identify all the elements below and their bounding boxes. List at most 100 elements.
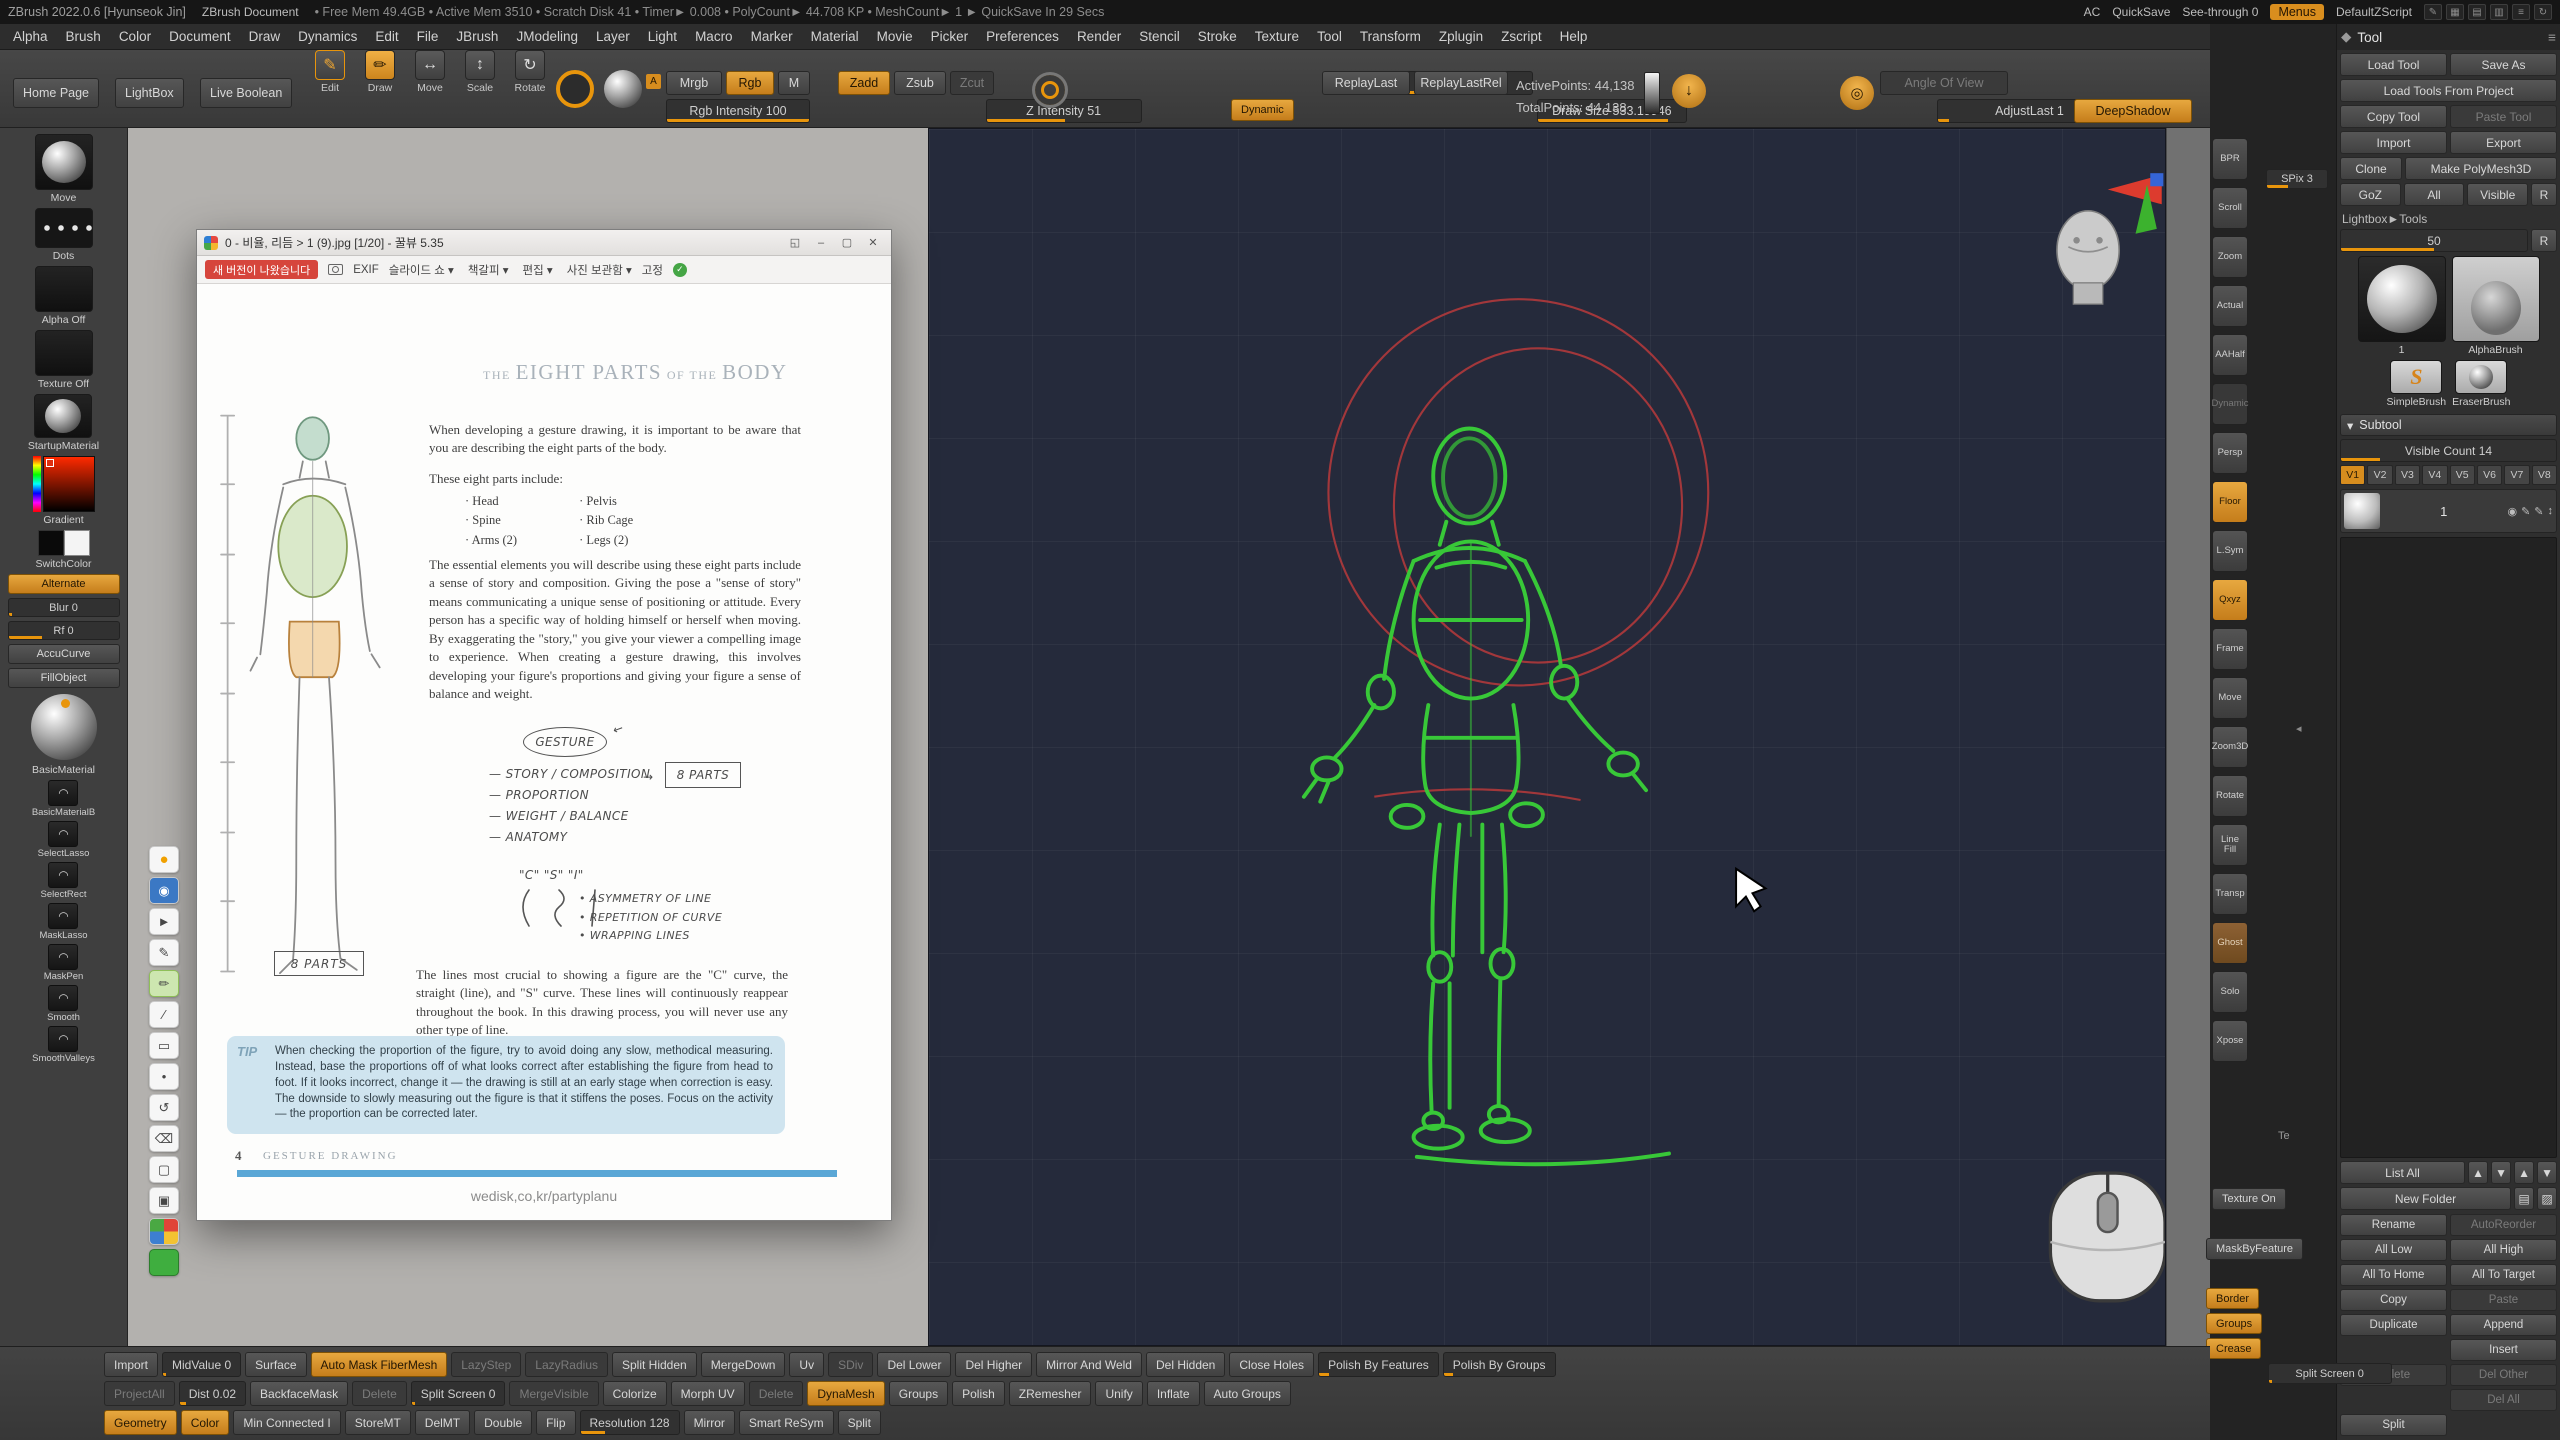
make-polymesh3d-button[interactable]: Make PolyMesh3D xyxy=(2405,157,2557,180)
live-boolean-button[interactable]: Live Boolean xyxy=(200,78,292,108)
angle-of-view-button[interactable]: Angle Of View xyxy=(1880,71,2008,95)
bottom-shelf-button[interactable]: Dist 0.02 xyxy=(179,1381,246,1406)
menu-item[interactable]: Material xyxy=(802,29,868,44)
viewer-menu-item[interactable]: 책갈피 ▾ xyxy=(468,262,509,278)
palette-icon[interactable] xyxy=(149,1218,179,1245)
right-shelf-button[interactable]: Actual xyxy=(2212,285,2248,327)
reorder-icon[interactable]: ↕ xyxy=(2548,505,2554,518)
right-shelf-button[interactable]: Scroll xyxy=(2212,187,2248,229)
menu-item[interactable]: Help xyxy=(1551,29,1597,44)
subtool-list-item[interactable]: 1 ◉✎✎↕ xyxy=(2340,489,2557,533)
bottom-shelf-button[interactable]: LazyRadius xyxy=(525,1352,608,1377)
spix-slider[interactable]: SPix 3 xyxy=(2266,169,2328,189)
bottom-shelf-button[interactable]: LazyStep xyxy=(451,1352,521,1377)
menu-item[interactable]: File xyxy=(408,29,448,44)
right-shelf-button[interactable]: BPR xyxy=(2212,138,2248,180)
import-button[interactable]: Import xyxy=(2340,131,2447,154)
dynamic-draw-size-toggle[interactable]: Dynamic xyxy=(1231,99,1294,121)
clone-button[interactable]: Clone xyxy=(2340,157,2402,180)
alternate-button[interactable]: Alternate xyxy=(8,574,120,594)
bottom-shelf-button[interactable]: Auto Mask FiberMesh xyxy=(311,1352,448,1377)
goz-button[interactable]: GoZ xyxy=(2340,183,2401,206)
current-alpha[interactable]: Alpha Off xyxy=(35,266,93,326)
smooth-brush[interactable]: ◠ Smooth xyxy=(47,985,80,1023)
subtool-action-button[interactable]: Split xyxy=(2340,1414,2447,1436)
bottom-shelf-button[interactable]: DynaMesh xyxy=(807,1381,884,1406)
alpha-brush-thumbnail[interactable]: AlphaBrush xyxy=(2452,256,2540,356)
see-through-slider[interactable]: See-through 0 xyxy=(2182,5,2258,19)
list-all-button[interactable]: List All xyxy=(2340,1161,2465,1184)
goz-visible-button[interactable]: Visible xyxy=(2467,183,2528,206)
select-rect-brush[interactable]: ◠ SelectRect xyxy=(41,862,87,900)
document-scroll-strip[interactable] xyxy=(2166,128,2210,1346)
bottom-shelf-button[interactable]: Smart ReSym xyxy=(739,1410,834,1435)
default-zscript-button[interactable]: DefaultZScript xyxy=(2336,5,2412,19)
new-folder-button[interactable]: New Folder xyxy=(2340,1187,2511,1210)
zbrush-canvas[interactable] xyxy=(928,128,2166,1346)
fillobject-button[interactable]: FillObject xyxy=(8,668,120,688)
menu-item[interactable]: Zplugin xyxy=(1430,29,1492,44)
menu-item[interactable]: Stroke xyxy=(1189,29,1246,44)
subtool-tab[interactable]: V4 xyxy=(2422,465,2447,485)
switch-color[interactable]: SwitchColor xyxy=(35,530,91,570)
menu-item[interactable]: Movie xyxy=(868,29,922,44)
right-shelf-button[interactable]: Rotate xyxy=(2212,775,2248,817)
current-tool-thumbnail[interactable]: 1 xyxy=(2358,256,2446,356)
texture-on-button[interactable]: Texture On xyxy=(2212,1188,2286,1210)
bottom-shelf-button[interactable]: Geometry xyxy=(104,1410,177,1435)
viewer-menu-item[interactable]: 사진 보관함 ▾ xyxy=(567,262,632,278)
subtool-action-button[interactable]: Insert xyxy=(2450,1339,2557,1361)
minimize-icon[interactable]: – xyxy=(810,234,832,252)
color-picker[interactable]: Gradient xyxy=(33,456,95,526)
zcut-button[interactable]: Zcut xyxy=(950,71,994,95)
bottom-shelf-button[interactable]: Delete xyxy=(352,1381,407,1406)
right-shelf-button[interactable]: Floor xyxy=(2212,481,2248,523)
mode-button[interactable]: ✎ Edit xyxy=(308,50,352,108)
bottom-shelf-button[interactable]: Polish By Features xyxy=(1318,1352,1439,1377)
menu-item[interactable]: JBrush xyxy=(447,29,507,44)
menu-item[interactable]: Macro xyxy=(686,29,742,44)
home-page-button[interactable]: Home Page xyxy=(13,78,99,108)
palette-options-icon[interactable]: ≡ xyxy=(2548,30,2556,45)
bottom-shelf-button[interactable]: Uv xyxy=(789,1352,824,1377)
current-stroke[interactable]: Dots xyxy=(35,208,93,262)
right-shelf-button[interactable]: Move xyxy=(2212,677,2248,719)
rgb-button[interactable]: Rgb xyxy=(726,71,774,95)
right-shelf-button[interactable]: Ghost xyxy=(2212,922,2248,964)
eye-icon[interactable]: ◉ xyxy=(149,877,179,904)
deep-shadow-button[interactable]: DeepShadow xyxy=(2074,99,2192,123)
bottom-shelf-button[interactable]: Import xyxy=(104,1352,158,1377)
right-shelf-button[interactable]: L.Sym xyxy=(2212,530,2248,572)
copy-tool-button[interactable]: Copy Tool xyxy=(2340,105,2447,128)
right-shelf-button[interactable]: Solo xyxy=(2212,971,2248,1013)
bottom-shelf-button[interactable]: Groups xyxy=(889,1381,948,1406)
menu-item[interactable]: Document xyxy=(160,29,240,44)
bottom-shelf-button[interactable]: Mirror xyxy=(684,1410,735,1435)
subtool-tab[interactable]: V3 xyxy=(2395,465,2420,485)
menus-toggle[interactable]: Menus xyxy=(2270,4,2324,20)
split-screen-slider[interactable]: Split Screen 0 xyxy=(2268,1363,2392,1384)
bottom-shelf-button[interactable]: DelMT xyxy=(415,1410,470,1435)
subtool-action-button[interactable]: All High xyxy=(2450,1239,2557,1261)
bottom-shelf-button[interactable]: ProjectAll xyxy=(104,1381,175,1406)
fullscreen-icon[interactable]: ◱ xyxy=(784,234,806,252)
tool-slider-r-button[interactable]: R xyxy=(2531,229,2557,252)
pin-button[interactable]: 고정 xyxy=(642,262,663,278)
subtool-action-button[interactable]: Duplicate xyxy=(2340,1314,2447,1336)
right-shelf-button[interactable]: AAHalf xyxy=(2212,334,2248,376)
right-shelf-button[interactable]: Transp xyxy=(2212,873,2248,915)
menu-item[interactable]: Brush xyxy=(57,29,110,44)
menu-item[interactable]: Picker xyxy=(922,29,978,44)
menu-item[interactable]: Transform xyxy=(1351,29,1430,44)
session-icon[interactable]: ↻ xyxy=(2534,4,2552,20)
right-shelf-button[interactable]: Line Fill xyxy=(2212,824,2248,866)
subtool-action-button[interactable]: Del All xyxy=(2450,1389,2557,1411)
undo-icon[interactable]: ↺ xyxy=(149,1094,179,1121)
right-shelf-button[interactable]: Qxyz xyxy=(2212,579,2248,621)
bottom-shelf-button[interactable]: MidValue 0 xyxy=(162,1352,241,1377)
material-b-thumb[interactable]: ◠ BasicMaterialB xyxy=(32,780,95,818)
goz-r-button[interactable]: R xyxy=(2531,183,2557,206)
stroke-preview-icon[interactable] xyxy=(556,70,594,108)
bottom-shelf-button[interactable]: MergeVisible xyxy=(509,1381,598,1406)
dot-tool-icon[interactable]: • xyxy=(149,1063,179,1090)
